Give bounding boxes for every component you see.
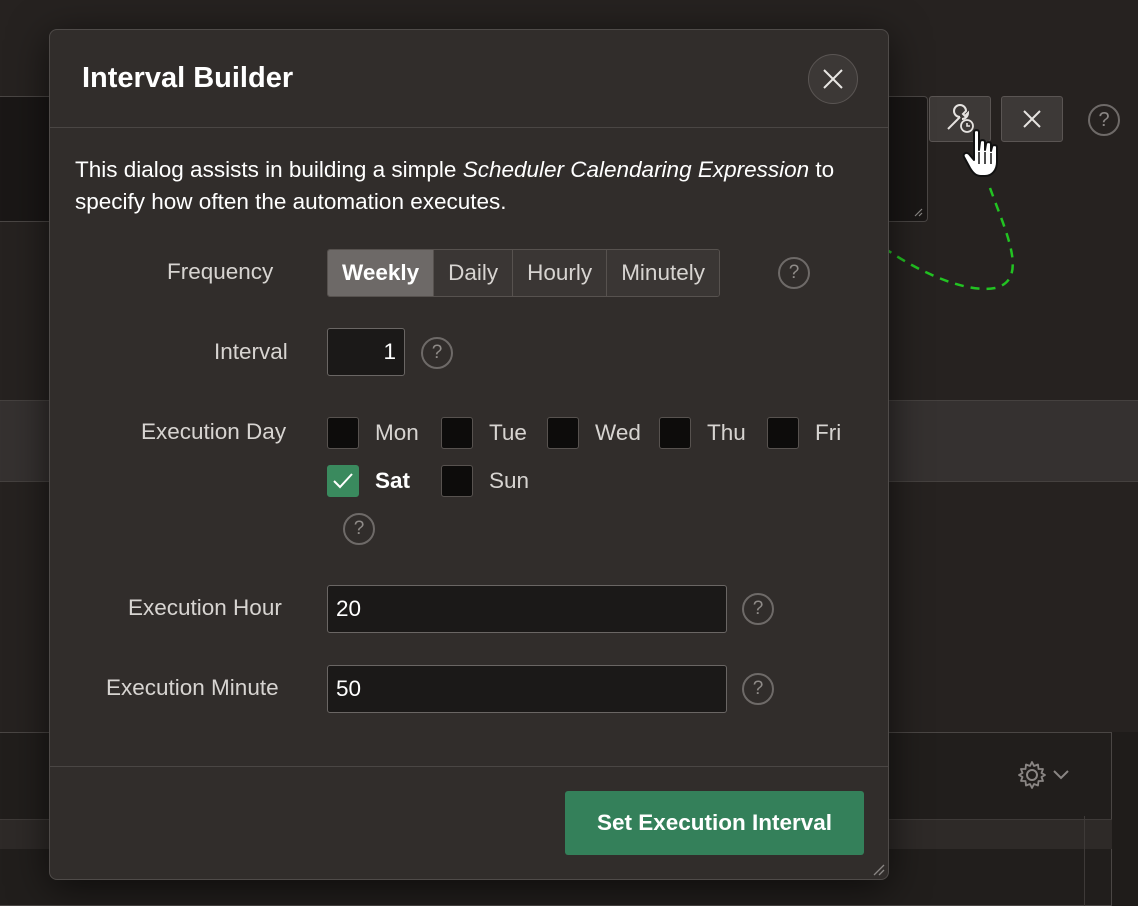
frequency-option-weekly[interactable]: Weekly (328, 250, 434, 296)
clear-button[interactable] (1001, 96, 1063, 142)
execution-minute-label: Execution Minute (106, 675, 279, 700)
dialog-header: Interval Builder (50, 30, 888, 128)
close-icon (1023, 110, 1041, 128)
description-emphasis: Scheduler Calendaring Expression (462, 157, 810, 182)
close-icon (823, 69, 843, 89)
frequency-option-hourly[interactable]: Hourly (512, 250, 607, 296)
resize-grip-icon[interactable] (871, 862, 885, 876)
region-settings-menu[interactable] (1016, 760, 1076, 790)
frequency-label: Frequency (167, 259, 274, 284)
interval-help-icon[interactable]: ? (421, 337, 453, 369)
checkbox-label-fri: Fri (815, 420, 842, 445)
frequency-option-minutely[interactable]: Minutely (606, 250, 719, 296)
checkbox-label-sat: Sat (375, 468, 411, 493)
checkbox-label-mon: Mon (375, 420, 419, 445)
dialog-close-button[interactable] (808, 54, 858, 104)
execution-minute-help-icon[interactable]: ? (742, 673, 774, 705)
execution-minute-input[interactable] (327, 665, 727, 713)
scrollbar[interactable] (1084, 816, 1108, 906)
checkbox-sat[interactable] (327, 465, 359, 497)
description-text: This dialog assists in building a simple (75, 157, 463, 182)
execution-hour-label: Execution Hour (128, 595, 282, 620)
execution-hour-help-icon[interactable]: ? (742, 593, 774, 625)
dialog-footer: Set Execution Interval (50, 766, 888, 879)
checkbox-label-thu: Thu (707, 420, 746, 445)
check-icon (333, 473, 353, 489)
interval-label: Interval (214, 339, 288, 364)
chevron-down-icon (1053, 770, 1069, 780)
checkbox-mon[interactable] (327, 417, 359, 449)
checkbox-label-tue: Tue (489, 420, 527, 445)
interval-input[interactable] (327, 328, 405, 376)
execution-hour-input[interactable] (327, 585, 727, 633)
execution-day-help-icon[interactable]: ? (343, 513, 375, 545)
gear-icon (1018, 761, 1046, 789)
checkbox-thu[interactable] (659, 417, 691, 449)
dialog-description: This dialog assists in building a simple… (75, 154, 875, 218)
frequency-help-icon[interactable]: ? (778, 257, 810, 289)
set-execution-interval-button[interactable]: Set Execution Interval (565, 791, 864, 855)
checkbox-wed[interactable] (547, 417, 579, 449)
frequency-option-daily[interactable]: Daily (433, 250, 513, 296)
hand-pointer-cursor-icon (962, 129, 998, 177)
checkbox-tue[interactable] (441, 417, 473, 449)
checkbox-label-sun: Sun (489, 468, 530, 493)
checkbox-fri[interactable] (767, 417, 799, 449)
frequency-selector: Weekly Daily Hourly Minutely (327, 249, 720, 297)
dialog-title: Interval Builder (82, 62, 294, 94)
interval-builder-dialog: Interval Builder This dialog assists in … (49, 29, 889, 880)
checkbox-label-wed: Wed (595, 420, 641, 445)
checkbox-sun[interactable] (441, 465, 473, 497)
execution-day-label: Execution Day (141, 419, 287, 444)
help-icon[interactable]: ? (1088, 104, 1120, 136)
